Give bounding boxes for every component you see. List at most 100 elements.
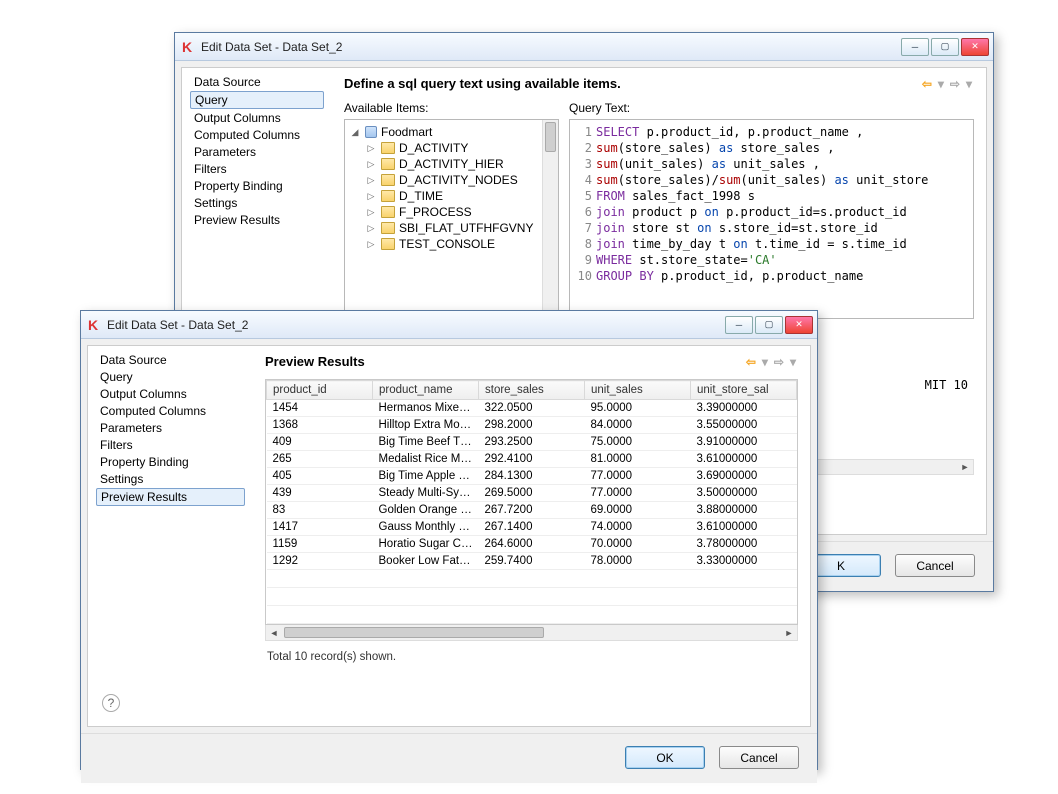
app-icon: K [179,39,195,55]
horizontal-scrollbar[interactable]: ◄ ► [265,625,798,641]
maximize-button[interactable]: ▢ [931,38,959,56]
nav-item[interactable]: Data Source [190,74,324,90]
nav-item[interactable]: Filters [190,161,324,177]
nav-item[interactable]: Parameters [96,420,245,436]
help-icon[interactable]: ? [102,694,120,712]
table-cell: 1292 [267,553,373,570]
table-row[interactable]: 1368Hilltop Extra Moist...298.200084.000… [267,417,797,434]
titlebar[interactable]: K Edit Data Set - Data Set_2 ─ ▢ ✕ [175,33,993,61]
table-cell: 3.78000000 [691,536,797,553]
back-arrow-menu-icon[interactable]: ▾ [936,77,946,91]
minimize-button[interactable]: ─ [725,316,753,334]
column-header[interactable]: unit_store_sal [691,381,797,400]
column-header[interactable]: unit_sales [585,381,691,400]
tree-item-label[interactable]: F_PROCESS [399,205,472,219]
fwd-arrow-menu-icon[interactable]: ▾ [788,355,798,369]
tree-item-label[interactable]: D_ACTIVITY_NODES [399,173,518,187]
close-button[interactable]: ✕ [785,316,813,334]
cancel-button[interactable]: Cancel [895,554,975,577]
fwd-arrow-icon[interactable]: ⇨ [948,77,962,91]
table-cell: Golden Orange Po... [373,502,479,519]
nav-item[interactable]: Computed Columns [190,127,324,143]
expand-icon[interactable]: ▷ [365,143,377,154]
expand-icon[interactable]: ▷ [365,175,377,186]
fwd-arrow-menu-icon[interactable]: ▾ [964,77,974,91]
column-header[interactable]: product_id [267,381,373,400]
table-row[interactable]: 265Medalist Rice Medly292.410081.00003.6… [267,451,797,468]
results-grid[interactable]: product_idproduct_namestore_salesunit_sa… [265,379,798,625]
table-cell: 269.5000 [479,485,585,502]
nav-item[interactable]: Output Columns [96,386,245,402]
cancel-button[interactable]: Cancel [719,746,799,769]
table-cell: Medalist Rice Medly [373,451,479,468]
table-row[interactable]: 1417Gauss Monthly Co...267.140074.00003.… [267,519,797,536]
nav-item[interactable]: Computed Columns [96,403,245,419]
scroll-right-icon[interactable]: ► [781,625,797,640]
table-cell: Big Time Apple Ci... [373,468,479,485]
table-cell: 74.0000 [585,519,691,536]
query-text-editor[interactable]: 1SELECT p.product_id, p.product_name ,2s… [569,119,974,319]
scroll-left-icon[interactable]: ◄ [266,625,282,640]
titlebar[interactable]: K Edit Data Set - Data Set_2 ─ ▢ ✕ [81,311,817,339]
nav-item[interactable]: Data Source [96,352,245,368]
table-row[interactable]: 83Golden Orange Po...267.720069.00003.88… [267,502,797,519]
nav-item[interactable]: Settings [190,195,324,211]
close-button[interactable]: ✕ [961,38,989,56]
table-cell: 77.0000 [585,485,691,502]
table-row[interactable]: 409Big Time Beef TV ...293.250075.00003.… [267,434,797,451]
table-cell: Gauss Monthly Co... [373,519,479,536]
expand-icon[interactable]: ▷ [365,207,377,218]
table-cell: 3.61000000 [691,451,797,468]
table-cell: 1159 [267,536,373,553]
table-icon [381,174,395,186]
ok-button[interactable]: OK [625,746,705,769]
table-cell: Horatio Sugar Co... [373,536,479,553]
tree-item-label[interactable]: D_TIME [399,189,443,203]
available-items-tree[interactable]: ◢ Foodmart ▷ D_ACTIVITY ▷ D_ACTIVITY_HIER ▷ D_A… [344,119,559,319]
nav-item[interactable]: Property Binding [190,178,324,194]
minimize-button[interactable]: ─ [901,38,929,56]
back-arrow-icon[interactable]: ⇦ [744,355,758,369]
window-title: Edit Data Set - Data Set_2 [201,40,899,54]
expand-icon[interactable]: ▷ [365,239,377,250]
nav-item[interactable]: Preview Results [190,212,324,228]
table-row[interactable]: 439Steady Multi-Sym...269.500077.00003.5… [267,485,797,502]
table-cell: 84.0000 [585,417,691,434]
fwd-arrow-icon[interactable]: ⇨ [772,355,786,369]
nav-arrows: ⇦ ▾ ⇨ ▾ [920,77,974,91]
nav-item[interactable]: Property Binding [96,454,245,470]
tree-item-label[interactable]: D_ACTIVITY [399,141,468,155]
tree-item-label[interactable]: D_ACTIVITY_HIER [399,157,504,171]
tree-root-label[interactable]: Foodmart [381,125,432,139]
back-arrow-icon[interactable]: ⇦ [920,77,934,91]
table-icon [381,158,395,170]
table-row[interactable]: 1292Booker Low Fat C...259.740078.00003.… [267,553,797,570]
nav-item[interactable]: Parameters [190,144,324,160]
nav-item[interactable]: Settings [96,471,245,487]
column-header[interactable]: product_name [373,381,479,400]
collapse-icon[interactable]: ◢ [349,127,361,138]
vertical-scrollbar[interactable] [542,120,558,318]
nav-item[interactable]: Filters [96,437,245,453]
table-cell: 3.39000000 [691,400,797,417]
maximize-button[interactable]: ▢ [755,316,783,334]
table-cell: 409 [267,434,373,451]
tree-item-label[interactable]: TEST_CONSOLE [399,237,495,251]
expand-icon[interactable]: ▷ [365,223,377,234]
tree-item-label[interactable]: SBI_FLAT_UTFHFGVNY [399,221,533,235]
table-row[interactable]: 1454Hermanos Mixed ...322.050095.00003.3… [267,400,797,417]
table-cell: 439 [267,485,373,502]
nav-item[interactable]: Preview Results [96,488,245,506]
table-cell: Hilltop Extra Moist... [373,417,479,434]
expand-icon[interactable]: ▷ [365,159,377,170]
scroll-right-icon[interactable]: ► [957,460,973,474]
back-arrow-menu-icon[interactable]: ▾ [760,355,770,369]
column-header[interactable]: store_sales [479,381,585,400]
nav-item[interactable]: Query [190,91,324,109]
nav-item[interactable]: Output Columns [190,110,324,126]
table-cell: 293.2500 [479,434,585,451]
expand-icon[interactable]: ▷ [365,191,377,202]
nav-item[interactable]: Query [96,369,245,385]
table-row[interactable]: 1159Horatio Sugar Co...264.600070.00003.… [267,536,797,553]
table-row[interactable]: 405Big Time Apple Ci...284.130077.00003.… [267,468,797,485]
